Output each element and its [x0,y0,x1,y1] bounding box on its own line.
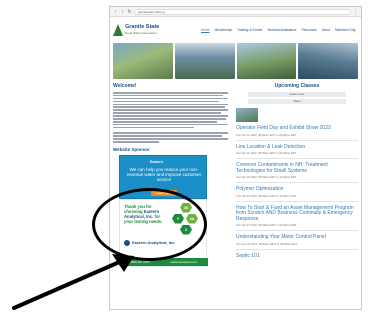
event-title[interactable]: Operator Field Day and Exhibit Show 2022 [236,125,358,132]
event-item[interactable]: Septic 101 [236,253,358,260]
hero-photo-1 [113,43,173,79]
photo-strip [110,43,361,79]
menu-icon[interactable]: ⋮ [353,9,358,15]
address-bar[interactable]: graniteneformall.org [134,8,351,15]
event-date: Tue Oct 18 2022, 08:30am EDT to 12:00pm … [236,175,297,179]
event-date: Tue Oct 11 2022, 08:30am EDT to 03:00pm … [236,132,297,137]
event-divider [236,158,358,159]
right-column: Upcoming Classes Learn more Share Operat… [236,83,358,267]
event-item[interactable]: Understanding Your Motor Control Panel T… [236,234,358,250]
event-title[interactable]: How To Start & Fund an Asset Management … [236,205,358,223]
reload-icon[interactable]: ↻ [127,9,132,15]
event-date: Tue Nov 01 2022, 08:30am EDT to 03:00pm … [236,241,298,246]
welcome-heading: Welcome! [113,83,137,89]
logo-subtitle: Rural Water Association [125,31,157,35]
back-icon[interactable]: ‹ [113,9,118,15]
nav-membership[interactable]: Membership [215,28,233,32]
nav-technical-assistance[interactable]: Technical Assistance [267,28,296,32]
event-item[interactable]: Common Contaminants in NH: Treatment Tec… [236,162,358,183]
event-thumbnail [236,108,258,122]
event-date: Tue Oct 11 2022, 08:30am EDT to 03:00pm … [236,151,297,155]
nav-about[interactable]: About [322,28,330,32]
upcoming-box-2[interactable]: Share [248,99,346,104]
nav-members-only[interactable]: Members Only [335,28,356,32]
event-title[interactable]: Line Location & Leak Detection [236,144,358,151]
arrow-shaft [12,258,126,310]
event-divider [236,230,358,231]
nav-training-events[interactable]: Training & Events [237,28,262,32]
browser-window: ‹ › ↻ graniteneformall.org ⋮ Granite Sta… [109,6,362,310]
event-date: Thu Oct 20 2022, 08:30am EDT to 12:00pm … [236,193,297,198]
hero-photo-2 [174,43,235,79]
event-item[interactable]: Line Location & Leak Detection Tue Oct 1… [236,144,358,159]
event-item[interactable]: Operator Field Day and Exhibit Show 2022… [236,125,358,141]
browser-toolbar: ‹ › ↻ graniteneformall.org ⋮ [110,7,361,17]
event-divider [236,182,358,183]
nav-resources[interactable]: Resources [302,28,317,32]
hero-photo-4 [298,43,358,79]
hero-photo-3 [236,43,297,79]
upcoming-classes-heading: Upcoming Classes [274,83,320,89]
mountain-logo-icon [113,24,123,36]
screenshot-canvas: ‹ › ↻ graniteneformall.org ⋮ Granite Sta… [0,0,368,314]
event-date: Thu Oct 27 2022, 08:30am EDT to 03:00pm … [236,223,297,227]
nav-home[interactable]: Home [201,28,210,32]
event-title[interactable]: Understanding Your Motor Control Panel [236,234,358,241]
event-divider [236,139,358,141]
event-divider [236,200,358,202]
logo-text: Granite State Rural Water Association [125,24,159,36]
welcome-paragraph-2 [113,132,228,143]
event-divider [236,248,358,250]
top-navigation: Home Membership Training & Events Techni… [201,28,356,32]
event-item[interactable]: How To Start & Fund an Asset Management … [236,205,358,231]
forward-icon[interactable]: › [120,9,125,15]
site-header: Granite State Rural Water Association Ho… [110,17,361,43]
site-logo[interactable]: Granite State Rural Water Association [113,24,173,36]
welcome-paragraph [113,92,228,129]
ad-headline: We can help you reduce your non-revenue … [126,166,202,182]
event-title[interactable]: Septic 101 [236,253,358,260]
upcoming-box-1[interactable]: Learn more [248,92,346,97]
event-title[interactable]: Polymer Optimization [236,186,358,193]
event-item[interactable]: Polymer Optimization Thu Oct 20 2022, 08… [236,186,358,202]
ad-website[interactable]: easternanalytical.com [170,260,197,264]
sponsor-heading: Website Sponsor [113,146,150,152]
oval-annotation [92,188,207,261]
event-title[interactable]: Common Contaminants in NH: Treatment Tec… [236,162,358,174]
ad-brand: Eastern [150,159,163,164]
